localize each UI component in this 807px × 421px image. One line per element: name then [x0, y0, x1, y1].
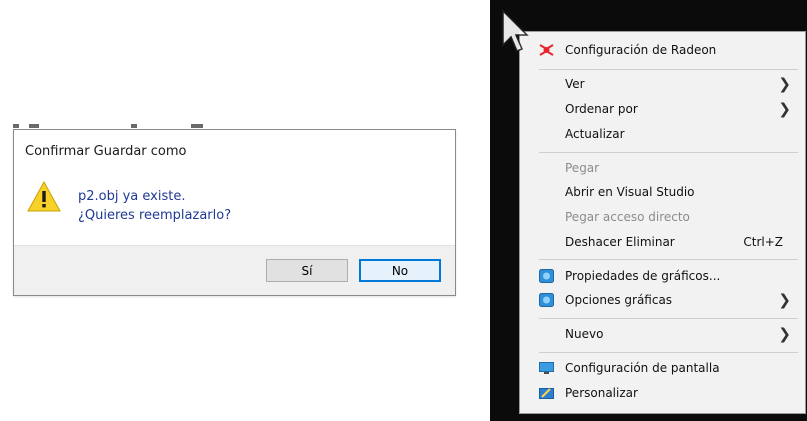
menu-item-paste[interactable]: Pegar: [520, 156, 805, 180]
menu-item-label: Propiedades de gráficos...: [565, 269, 721, 283]
menu-item-view[interactable]: Ver ❯: [520, 72, 805, 96]
dialog-title: Confirmar Guardar como: [25, 144, 187, 159]
menu-item-shortcut: Ctrl+Z: [743, 235, 783, 249]
menu-item-radeon-settings[interactable]: Configuración de Radeon: [520, 38, 805, 62]
mouse-cursor-icon: [502, 9, 529, 52]
warning-icon: [27, 181, 61, 212]
menu-separator: [539, 69, 798, 70]
menu-separator: [539, 259, 798, 260]
menu-separator: [539, 352, 798, 353]
menu-item-sort-by[interactable]: Ordenar por ❯: [520, 97, 805, 121]
menu-item-label: Personalizar: [565, 386, 638, 400]
intel-graphics-icon: [539, 269, 554, 283]
menu-item-undo-delete[interactable]: Deshacer Eliminar Ctrl+Z: [520, 230, 805, 254]
menu-item-open-visual-studio[interactable]: Abrir en Visual Studio: [520, 180, 805, 204]
menu-item-refresh[interactable]: Actualizar: [520, 122, 805, 146]
menu-item-label: Configuración de Radeon: [565, 43, 717, 57]
intel-graphics-icon: [539, 293, 554, 307]
menu-item-label: Opciones gráficas: [565, 293, 673, 307]
menu-item-personalize[interactable]: Personalizar: [520, 381, 805, 405]
menu-separator: [539, 152, 798, 153]
menu-item-label: Pegar: [565, 161, 600, 175]
chevron-right-icon: ❯: [778, 291, 791, 309]
radeon-icon: [539, 44, 554, 56]
menu-item-label: Nuevo: [565, 327, 604, 341]
menu-item-label: Configuración de pantalla: [565, 361, 720, 375]
menu-item-label: Pegar acceso directo: [565, 210, 690, 224]
chevron-right-icon: ❯: [778, 75, 791, 93]
chevron-right-icon: ❯: [778, 100, 791, 118]
yes-button[interactable]: Sí: [266, 259, 348, 282]
screenshot-stage: Confirmar Guardar como p2.obj ya existe.…: [0, 0, 807, 421]
confirm-save-as-dialog: Confirmar Guardar como p2.obj ya existe.…: [13, 129, 456, 296]
no-button[interactable]: No: [359, 259, 441, 282]
menu-item-new[interactable]: Nuevo ❯: [520, 322, 805, 346]
menu-item-graphics-properties[interactable]: Propiedades de gráficos...: [520, 264, 805, 288]
desktop-context-menu: Configuración de Radeon Ver ❯ Ordenar po…: [519, 31, 806, 414]
dialog-message-line2: ¿Quieres reemplazarlo?: [78, 208, 232, 223]
menu-item-label: Abrir en Visual Studio: [565, 185, 695, 199]
menu-item-graphics-options[interactable]: Opciones gráficas ❯: [520, 288, 805, 312]
personalize-icon: [539, 388, 554, 399]
dialog-message-line1: p2.obj ya existe.: [78, 189, 186, 204]
menu-item-label: Ordenar por: [565, 102, 638, 116]
display-icon: [539, 362, 554, 374]
menu-item-label: Ver: [565, 77, 585, 91]
chevron-right-icon: ❯: [778, 325, 791, 343]
dialog-footer: Sí No: [14, 245, 455, 295]
menu-item-label: Actualizar: [565, 127, 625, 141]
menu-item-paste-shortcut[interactable]: Pegar acceso directo: [520, 205, 805, 229]
dialog-message: p2.obj ya existe. ¿Quieres reemplazarlo?: [78, 187, 231, 225]
menu-item-display-settings[interactable]: Configuración de pantalla: [520, 356, 805, 380]
menu-separator: [539, 318, 798, 319]
menu-item-label: Deshacer Eliminar: [565, 235, 675, 249]
